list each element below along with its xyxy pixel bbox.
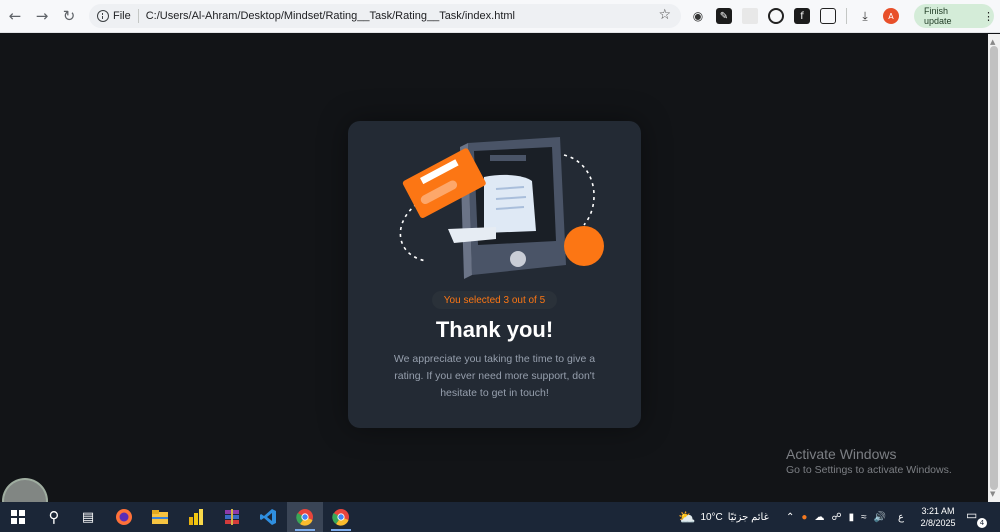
download-icon[interactable]: ⤓ bbox=[857, 8, 873, 24]
profile-avatar[interactable]: A bbox=[883, 8, 899, 24]
weather-description: غائم جزئيًا bbox=[727, 511, 769, 523]
payment-illustration bbox=[399, 137, 604, 279]
chevron-up-icon[interactable]: ⌃ bbox=[786, 512, 794, 523]
puzzle-extensions-icon[interactable] bbox=[820, 8, 836, 24]
chrome-icon bbox=[296, 509, 313, 526]
vertical-scrollbar[interactable]: ▲ ▼ bbox=[988, 34, 1000, 502]
cloud-icon[interactable]: ☁ bbox=[814, 512, 824, 523]
activation-title: Activate Windows bbox=[786, 446, 897, 462]
firefox-icon bbox=[116, 509, 132, 525]
taskbar-clock[interactable]: 3:21 AM 2/8/2025 bbox=[916, 505, 960, 529]
url-text[interactable]: C:/Users/Al-Ahram/Desktop/Mindset/Rating… bbox=[146, 10, 515, 22]
reload-icon: ↻ bbox=[62, 7, 76, 25]
winrar-icon bbox=[225, 509, 239, 525]
notification-icon: ▭ bbox=[966, 508, 978, 522]
notification-center-button[interactable]: ▭ 4 bbox=[966, 508, 987, 528]
chrome-icon bbox=[332, 509, 349, 526]
scroll-up-icon[interactable]: ▲ bbox=[990, 38, 995, 46]
divider bbox=[137, 9, 139, 23]
windows-activation-watermark: Activate Windows Go to Settings to activ… bbox=[786, 446, 952, 476]
back-icon: ← bbox=[8, 7, 22, 25]
task-view-button[interactable]: ▤ bbox=[70, 502, 106, 532]
partly-cloudy-icon: ⛅ bbox=[678, 508, 696, 525]
finish-update-button[interactable]: Finish update ⋮ bbox=[914, 4, 994, 28]
notification-count-badge: 4 bbox=[977, 518, 987, 528]
windows-taskbar: ⚲ ▤ ⛅ 10°C غائم جزئيًا ⌃ ● ☁ ☍ ▮ ≈ 🔊 ع 3… bbox=[0, 502, 1000, 532]
forward-icon: → bbox=[35, 7, 49, 25]
weather-temperature: 10°C bbox=[700, 511, 723, 523]
avast-icon[interactable]: ● bbox=[801, 512, 807, 523]
task-view-icon: ▤ bbox=[81, 509, 95, 525]
start-button[interactable] bbox=[0, 502, 36, 532]
scroll-down-icon[interactable]: ▼ bbox=[990, 490, 995, 498]
record-icon[interactable] bbox=[768, 8, 784, 24]
forward-button[interactable]: → bbox=[29, 3, 55, 29]
back-button[interactable]: ← bbox=[2, 3, 28, 29]
thank-you-card: You selected 3 out of 5 Thank you! We ap… bbox=[348, 121, 641, 428]
info-icon[interactable] bbox=[97, 10, 109, 22]
kebab-menu-icon: ⋮ bbox=[983, 10, 994, 23]
weather-widget[interactable]: ⛅ 10°C غائم جزئيًا bbox=[678, 502, 769, 532]
wifi-icon[interactable]: ≈ bbox=[861, 512, 867, 523]
taskbar-chrome-active[interactable] bbox=[287, 502, 323, 532]
volume-icon[interactable]: 🔊 bbox=[874, 512, 886, 523]
finish-update-label: Finish update bbox=[924, 6, 952, 26]
thank-you-message: We appreciate you taking the time to giv… bbox=[393, 353, 596, 399]
extensions-area: ◉ ✎ f ⤓ A bbox=[690, 5, 899, 27]
divider bbox=[846, 8, 847, 24]
reload-button[interactable]: ↻ bbox=[56, 3, 82, 29]
selected-rating-badge: You selected 3 out of 5 bbox=[432, 291, 557, 309]
battery-icon[interactable]: ▮ bbox=[849, 512, 855, 523]
input-language-label: ع bbox=[898, 511, 904, 523]
thank-you-title: Thank you! bbox=[435, 317, 554, 342]
address-bar[interactable]: File C:/Users/Al-Ahram/Desktop/Mindset/R… bbox=[89, 4, 681, 28]
extension-pen-icon[interactable]: ✎ bbox=[716, 8, 732, 24]
system-tray: ⌃ ● ☁ ☍ ▮ ≈ 🔊 bbox=[786, 502, 886, 532]
taskbar-vscode[interactable] bbox=[250, 502, 286, 532]
search-icon: ⚲ bbox=[48, 508, 60, 526]
globe-icon[interactable]: ◉ bbox=[690, 8, 706, 24]
windows-logo-icon bbox=[11, 510, 25, 524]
taskbar-chrome-profile[interactable] bbox=[323, 502, 359, 532]
search-button[interactable]: ⚲ bbox=[36, 502, 72, 532]
clock-time: 3:21 AM bbox=[921, 506, 955, 516]
url-scheme: File bbox=[113, 10, 131, 22]
network-icon[interactable]: ☍ bbox=[831, 512, 841, 523]
scrollbar-thumb[interactable] bbox=[990, 46, 998, 490]
vscode-icon bbox=[260, 509, 276, 525]
folder-icon bbox=[152, 510, 168, 524]
clock-date: 2/8/2025 bbox=[920, 518, 956, 528]
browser-toolbar: ← → ↻ File C:/Users/Al-Ahram/Desktop/Min… bbox=[0, 0, 1000, 33]
taskbar-winrar[interactable] bbox=[214, 502, 250, 532]
taskbar-file-explorer[interactable] bbox=[142, 502, 178, 532]
taskbar-power-bi[interactable] bbox=[178, 502, 214, 532]
activation-subtitle: Go to Settings to activate Windows. bbox=[786, 464, 952, 476]
power-bi-icon bbox=[189, 509, 203, 525]
extension-blank-icon[interactable] bbox=[742, 8, 758, 24]
input-language[interactable]: ع bbox=[898, 502, 904, 532]
taskbar-firefox[interactable] bbox=[106, 502, 142, 532]
extension-f-icon[interactable]: f bbox=[794, 8, 810, 24]
bookmark-star-icon[interactable]: ☆ bbox=[658, 7, 671, 23]
